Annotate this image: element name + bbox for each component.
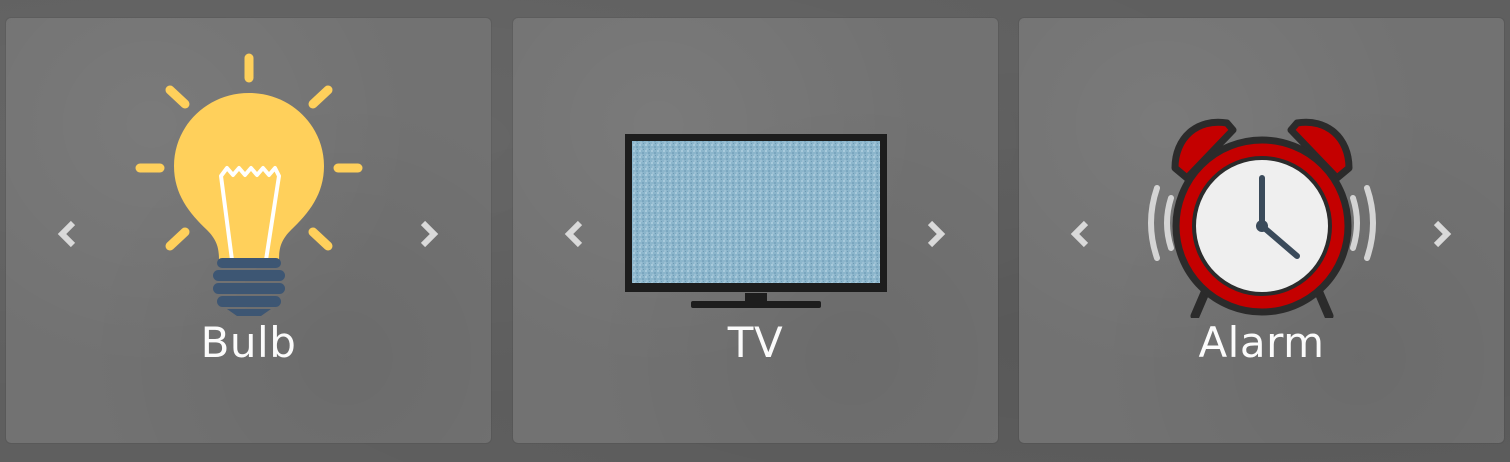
device-card-bulb[interactable]: Bulb	[6, 18, 491, 443]
device-image	[6, 48, 491, 318]
device-label: Alarm	[1198, 318, 1325, 367]
next-button[interactable]	[1421, 214, 1461, 254]
next-button[interactable]	[915, 214, 955, 254]
television-icon	[624, 134, 887, 308]
device-label: TV	[727, 318, 784, 367]
device-image	[513, 48, 998, 318]
next-button[interactable]	[408, 214, 448, 254]
chevron-right-icon	[927, 220, 946, 248]
device-image	[1019, 48, 1504, 318]
alarm-clock-icon	[1147, 118, 1376, 318]
device-card-tv[interactable]: TV	[513, 18, 998, 443]
lightbulb-icon	[135, 53, 362, 316]
device-label: Bulb	[200, 318, 297, 367]
chevron-right-icon	[1433, 220, 1452, 248]
device-card-alarm[interactable]: Alarm	[1019, 18, 1504, 443]
chevron-right-icon	[420, 220, 439, 248]
